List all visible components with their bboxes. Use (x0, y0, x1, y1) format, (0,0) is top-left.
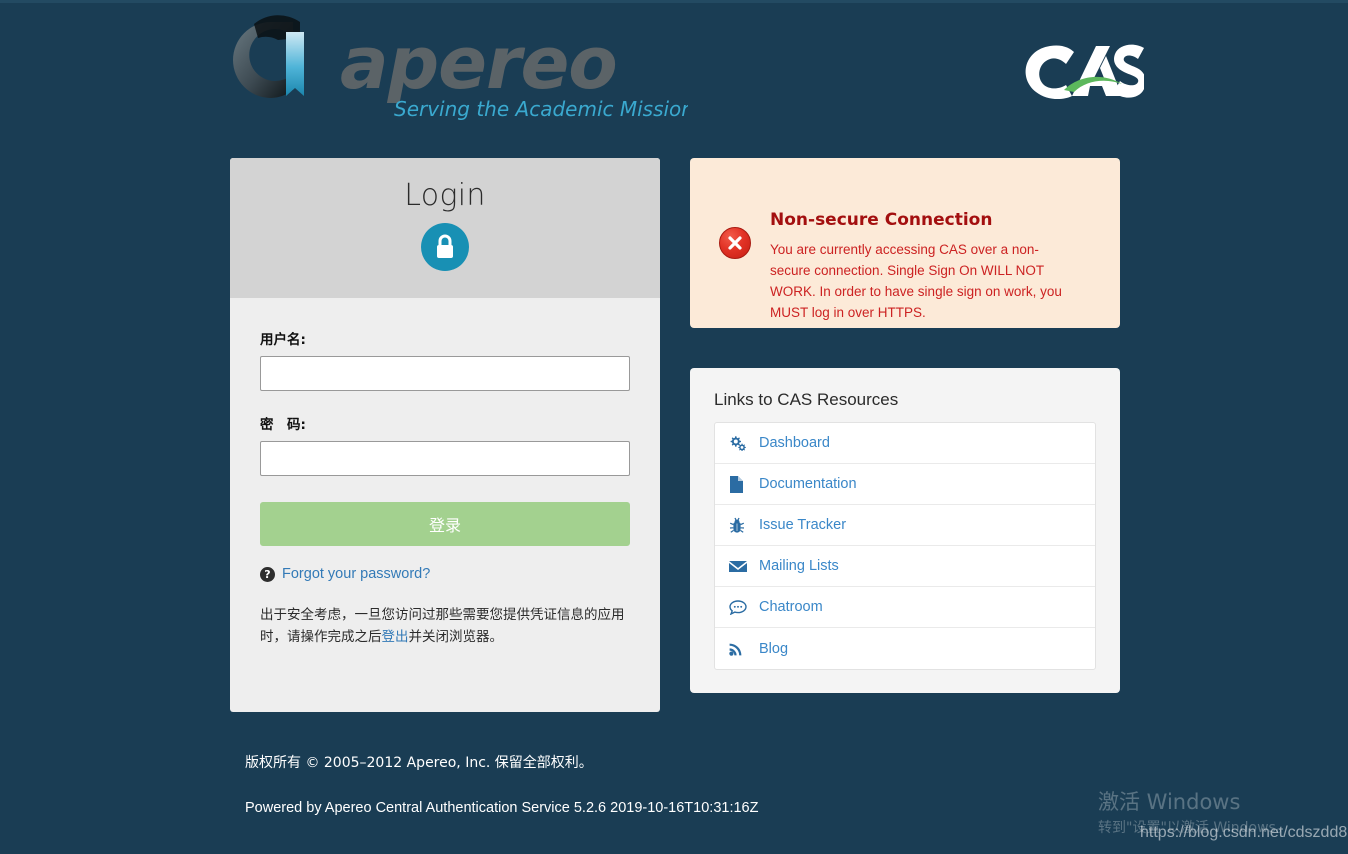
page-footer: 版权所有 © 2005–2012 Apereo, Inc. 保留全部权利。 Po… (245, 752, 1145, 816)
resources-list: Dashboard Documentation I (714, 422, 1096, 670)
security-notice: 出于安全考虑，一旦您访问过那些需要您提供凭证信息的应用时，请操作完成之后登出并关… (260, 604, 632, 649)
forgot-password-row: ? Forgot your password? (260, 566, 630, 582)
logout-link[interactable]: 登出 (382, 629, 409, 645)
resource-item-mailing-lists[interactable]: Mailing Lists (715, 546, 1095, 587)
resource-item-chatroom[interactable]: Chatroom (715, 587, 1095, 628)
svg-text:apereo: apereo (340, 21, 617, 105)
bug-icon (729, 517, 753, 534)
alert-icon-wrapper (708, 176, 762, 310)
envelope-icon (729, 560, 753, 573)
login-form: 用户名: 密 码: 登录 ? Forgot your password? 出于安… (230, 298, 660, 649)
site-url-watermark: https://blog.csdn.net/cdszdd8 (1140, 824, 1347, 842)
windows-activation-title: 激活 Windows (1098, 790, 1290, 814)
cogs-icon (729, 435, 753, 451)
question-circle-icon: ? (260, 567, 275, 582)
resource-label: Chatroom (753, 599, 823, 615)
alert-title: Non-secure Connection (770, 210, 1072, 230)
resource-item-dashboard[interactable]: Dashboard (715, 423, 1095, 464)
non-secure-connection-alert: Non-secure Connection You are currently … (690, 158, 1120, 328)
copyright-text: 版权所有 © 2005–2012 Apereo, Inc. 保留全部权利。 (245, 752, 1145, 772)
security-notice-text-after: 并关闭浏览器。 (409, 629, 504, 645)
rss-icon (729, 641, 753, 656)
login-panel-header: Login (230, 158, 660, 298)
password-label: 密 码: (260, 413, 630, 433)
resource-item-documentation[interactable]: Documentation (715, 464, 1095, 505)
resource-label: Dashboard (753, 435, 830, 451)
resource-label: Mailing Lists (753, 558, 839, 574)
resource-label: Issue Tracker (753, 517, 846, 533)
apereo-logo: apereo Serving the Academic Mission (208, 10, 688, 130)
resource-label: Documentation (753, 476, 857, 492)
username-label: 用户名: (260, 328, 630, 348)
resource-label: Blog (753, 641, 788, 657)
lock-icon (421, 223, 469, 271)
cas-resources-panel: Links to CAS Resources Dashboard Docum (690, 368, 1120, 693)
powered-by-text: Powered by Apereo Central Authentication… (245, 800, 1145, 816)
submit-login-button[interactable]: 登录 (260, 502, 630, 546)
page-header: apereo Serving the Academic Mission (0, 0, 1348, 150)
alert-message: You are currently accessing CAS over a n… (770, 240, 1072, 324)
resource-item-issue-tracker[interactable]: Issue Tracker (715, 505, 1095, 546)
resources-panel-title: Links to CAS Resources (714, 390, 1096, 410)
cas-logo (1018, 40, 1144, 102)
resource-item-blog[interactable]: Blog (715, 628, 1095, 669)
login-panel: Login 用户名: 密 码: 登录 ? Forgot your passwor… (230, 158, 660, 712)
page-title: Login (230, 178, 660, 213)
comment-icon (729, 600, 753, 615)
alert-body: Non-secure Connection You are currently … (762, 176, 1072, 310)
forgot-password-link[interactable]: Forgot your password? (282, 566, 430, 582)
username-input[interactable] (260, 356, 630, 391)
svg-text:Serving the Academic Mission: Serving the Academic Mission (394, 97, 688, 121)
password-input[interactable] (260, 441, 630, 476)
error-circle-x-icon (719, 227, 751, 259)
file-icon (729, 476, 753, 493)
